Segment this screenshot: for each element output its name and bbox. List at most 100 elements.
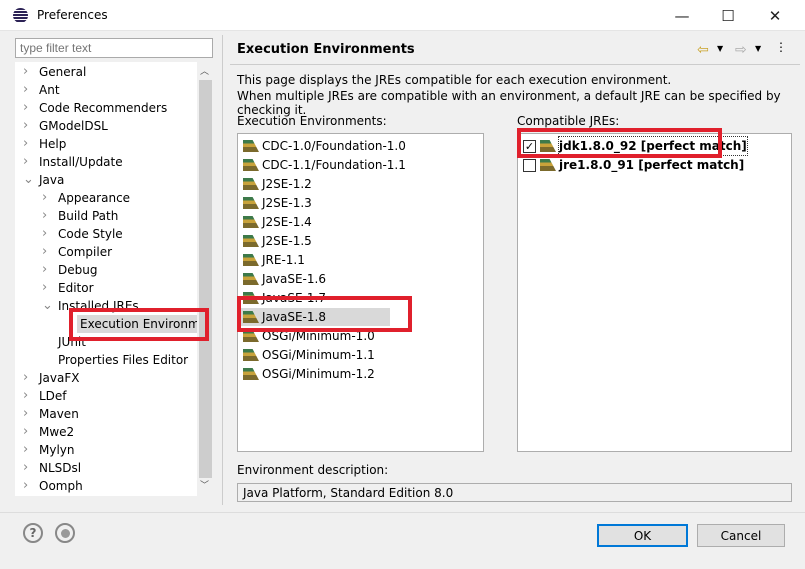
jre-label: jre1.8.0_91 [perfect match]: [559, 158, 745, 172]
environment-label: J2SE-1.2: [262, 177, 312, 191]
jre-library-icon: [243, 273, 259, 285]
environment-item[interactable]: JRE-1.1: [243, 251, 305, 269]
chevron-right-icon[interactable]: ›: [23, 81, 35, 99]
chevron-right-icon[interactable]: ›: [23, 441, 35, 459]
tree-item-label: JavaFX: [39, 371, 80, 385]
environment-label: J2SE-1.5: [262, 234, 312, 248]
chevron-right-icon[interactable]: ›: [23, 63, 35, 81]
jre-library-icon: [243, 159, 259, 171]
environment-item[interactable]: CDC-1.0/Foundation-1.0: [243, 137, 406, 155]
environment-item[interactable]: J2SE-1.3: [243, 194, 312, 212]
record-icon[interactable]: [55, 523, 75, 543]
environment-label: J2SE-1.3: [262, 196, 312, 210]
chevron-right-icon[interactable]: ›: [23, 135, 35, 153]
chevron-right-icon[interactable]: ›: [42, 243, 54, 261]
environment-item[interactable]: J2SE-1.5: [243, 232, 312, 250]
chevron-right-icon[interactable]: ›: [23, 405, 35, 423]
jre-library-icon: [243, 254, 259, 266]
environment-description-field[interactable]: Java Platform, Standard Edition 8.0: [237, 483, 792, 502]
chevron-right-icon[interactable]: ›: [42, 225, 54, 243]
chevron-right-icon[interactable]: ›: [42, 261, 54, 279]
tree-item-label: NLSDsl: [39, 461, 82, 475]
jre-checkbox[interactable]: [523, 158, 536, 172]
highlight-box-tree: [69, 308, 209, 341]
page-title: Execution Environments: [237, 42, 415, 57]
cancel-button[interactable]: Cancel: [697, 524, 785, 547]
environment-label: CDC-1.0/Foundation-1.0: [262, 139, 406, 153]
tree-item-label: Help: [39, 137, 67, 151]
sash-divider[interactable]: [222, 35, 223, 505]
environments-list: CDC-1.0/Foundation-1.0 CDC-1.1/Foundation…: [237, 133, 484, 452]
tree-item-label: Compiler: [58, 245, 113, 259]
environment-item[interactable]: OSGi/Minimum-1.2: [243, 365, 375, 383]
tree-item-label: Install/Update: [39, 155, 123, 169]
tree-item-label: Mwe2: [39, 425, 75, 439]
chevron-right-icon[interactable]: ›: [23, 459, 35, 477]
preferences-tree: › General › Ant › Code Recommenders › GModelDSL…: [15, 62, 213, 496]
jre-library-icon: [243, 140, 259, 152]
tree-item-label: Mylyn: [39, 443, 75, 457]
chevron-right-icon[interactable]: ›: [23, 117, 35, 135]
highlight-box-jre: [517, 128, 722, 158]
close-button[interactable]: ✕: [752, 0, 798, 31]
highlight-box-environment: [237, 296, 412, 332]
tree-item-label: Java: [39, 173, 65, 187]
chevron-right-icon[interactable]: ›: [23, 387, 35, 405]
environment-description-label: Environment description:: [237, 463, 389, 477]
scroll-down-icon[interactable]: ﹀: [200, 478, 209, 491]
tree-item-label: Debug: [58, 263, 98, 277]
jre-library-icon: [540, 159, 556, 171]
back-menu-icon[interactable]: ▼: [717, 44, 723, 53]
chevron-down-icon[interactable]: ⌄: [42, 297, 54, 315]
page-description-line2: When multiple JREs are compatible with a…: [237, 89, 781, 117]
tree-item-label: GModelDSL: [39, 119, 108, 133]
tree-item-label: General: [39, 65, 87, 79]
forward-arrow-icon[interactable]: ⇨: [735, 42, 747, 58]
environment-item[interactable]: J2SE-1.4: [243, 213, 312, 231]
jre-library-icon: [243, 349, 259, 361]
chevron-right-icon[interactable]: ›: [23, 423, 35, 441]
window-title: Preferences: [37, 8, 108, 22]
page-description-line1: This page displays the JREs compatible f…: [237, 73, 672, 87]
help-icon[interactable]: ?: [23, 523, 43, 543]
scroll-up-icon[interactable]: ︿: [200, 64, 209, 77]
forward-menu-icon[interactable]: ▼: [755, 44, 761, 53]
jre-library-icon: [243, 235, 259, 247]
tree-item-label: Build Path: [58, 209, 119, 223]
title-bar: Preferences — ☐ ✕: [0, 0, 805, 31]
environment-item[interactable]: CDC-1.1/Foundation-1.1: [243, 156, 406, 174]
chevron-right-icon[interactable]: ›: [42, 207, 54, 225]
maximize-button[interactable]: ☐: [705, 0, 751, 31]
jre-item[interactable]: jre1.8.0_91 [perfect match]: [523, 156, 744, 174]
chevron-right-icon[interactable]: ›: [23, 369, 35, 387]
minimize-button[interactable]: —: [659, 0, 705, 31]
tree-item-label: Code Recommenders: [39, 101, 168, 115]
environment-item[interactable]: OSGi/Minimum-1.1: [243, 346, 375, 364]
footer-divider: [0, 512, 805, 513]
environment-item[interactable]: JavaSE-1.6: [243, 270, 326, 288]
environment-label: J2SE-1.4: [262, 215, 312, 229]
environment-label: OSGi/Minimum-1.2: [262, 367, 375, 381]
environment-label: JavaSE-1.6: [262, 272, 326, 286]
tree-item-label: Maven: [39, 407, 79, 421]
ok-button[interactable]: OK: [597, 524, 688, 547]
chevron-down-icon[interactable]: ⌄: [23, 171, 35, 189]
filter-input[interactable]: [15, 38, 213, 58]
chevron-right-icon[interactable]: ›: [23, 99, 35, 117]
tree-item-label: Appearance: [58, 191, 131, 205]
chevron-right-icon[interactable]: ›: [42, 189, 54, 207]
tree-item-label: LDef: [39, 389, 67, 403]
tree-scroll-thumb[interactable]: [199, 80, 212, 478]
chevron-right-icon[interactable]: ›: [23, 477, 35, 495]
environment-item[interactable]: J2SE-1.2: [243, 175, 312, 193]
chevron-right-icon[interactable]: ›: [42, 279, 54, 297]
environment-label: CDC-1.1/Foundation-1.1: [262, 158, 406, 172]
compatible-jres-list: ✓ jdk1.8.0_92 [perfect match] jre1.8.0_91 …: [517, 133, 792, 452]
back-arrow-icon[interactable]: ⇦: [697, 42, 709, 58]
environments-label: Execution Environments:: [237, 114, 387, 128]
chevron-right-icon[interactable]: ›: [23, 153, 35, 171]
tree-item-label: Code Style: [58, 227, 123, 241]
view-menu-icon[interactable]: ⋮: [775, 40, 787, 54]
header-divider: [230, 64, 800, 65]
tree-item-label: Properties Files Editor: [58, 353, 189, 367]
